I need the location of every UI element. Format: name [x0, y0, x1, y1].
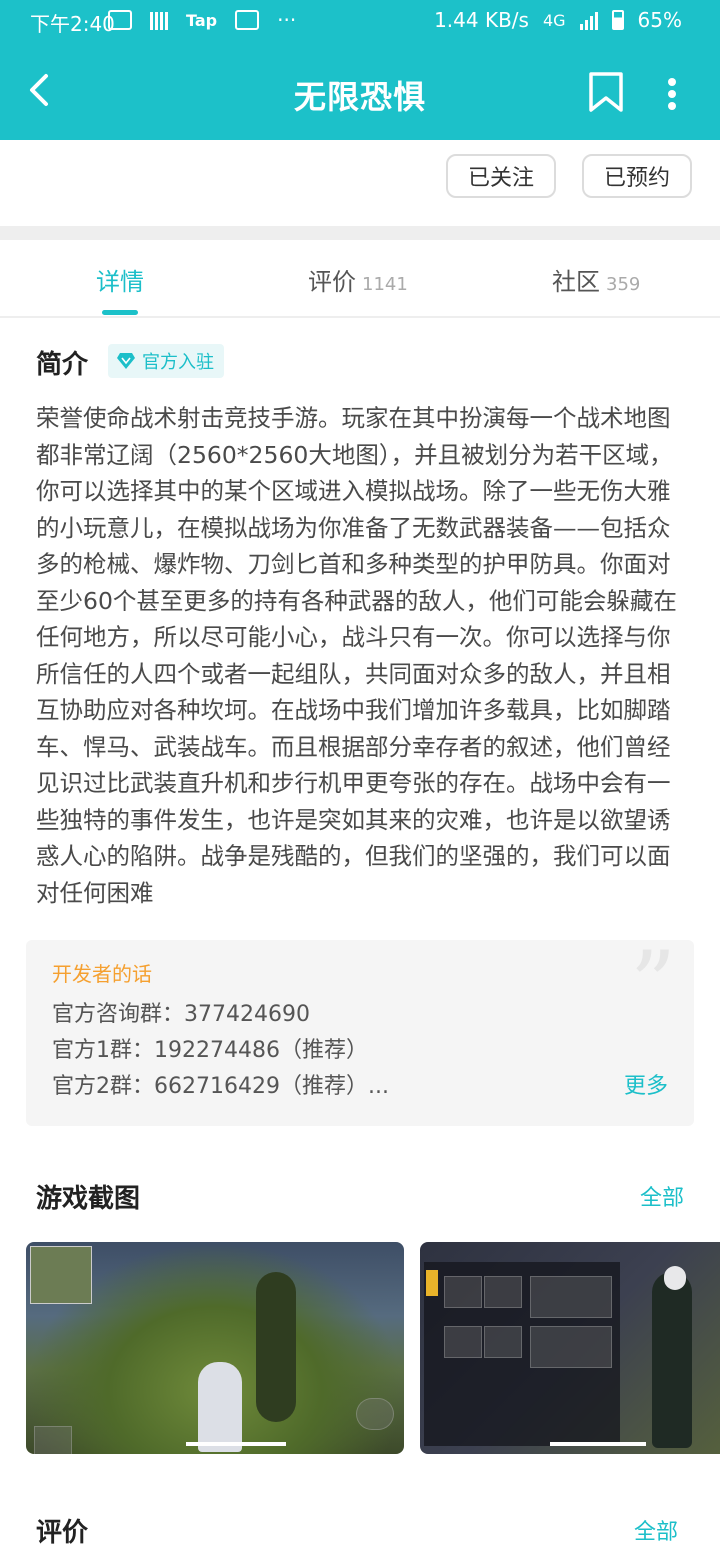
screenshots-all-link[interactable]: 全部 — [640, 1180, 684, 1212]
panel-tab — [426, 1270, 438, 1296]
screenshot-thumbnail[interactable] — [420, 1242, 720, 1454]
battery-icon — [611, 10, 624, 30]
reserve-button[interactable]: 已预约 — [581, 154, 692, 198]
reviews-all-link[interactable]: 全部 — [634, 1514, 678, 1546]
more-vertical-icon[interactable] — [662, 74, 682, 114]
net-speed: 1.44 KB/s — [434, 8, 529, 32]
inventory-slot — [34, 1426, 72, 1454]
tab-label: 社区 — [552, 268, 600, 296]
inventory-slot — [444, 1326, 482, 1358]
tab-reviews[interactable]: 评价 1141 — [308, 262, 408, 297]
tab-indicator — [102, 310, 138, 315]
screenshots-title: 游戏截图 — [36, 1184, 141, 1214]
progress-bar — [186, 1442, 286, 1446]
tab-bar: 详情 评价 1141 社区 359 — [0, 240, 720, 318]
developer-note-card[interactable]: ” 开发者的话 官方咨询群：377424690 官方1群：192274486（推… — [26, 940, 694, 1126]
screenshot-thumbnail[interactable] — [26, 1242, 404, 1454]
diamond-icon — [117, 353, 135, 369]
character-figure — [652, 1272, 692, 1448]
reviews-title: 评价 — [36, 1518, 89, 1548]
app-icon — [150, 10, 168, 30]
notification-icons: Tap ··· — [108, 8, 296, 32]
character-figure — [198, 1362, 242, 1452]
tab-label: 详情 — [96, 268, 144, 296]
nav-bar: 无限恐惧 — [0, 44, 720, 140]
intro-text: 荣誉使命战术射击竞技手游。玩家在其中扮演每一个战术地图都非常辽阔（2560*25… — [36, 404, 677, 907]
app-header: 下午2:40 Tap ··· 1.44 KB/s 4G 65% 无限恐惧 — [0, 0, 720, 140]
action-button-shape — [356, 1398, 394, 1430]
developer-note-line: 官方2群：662716429（推荐）... — [52, 1074, 389, 1099]
developer-note-line: 官方1群：192274486（推荐） — [52, 1038, 368, 1063]
status-right: 1.44 KB/s 4G 65% — [434, 8, 682, 32]
weapon-slot — [530, 1276, 612, 1318]
tab-details[interactable]: 详情 — [96, 262, 144, 297]
developer-note-line: 官方咨询群：377424690 — [52, 1002, 310, 1027]
network-type: 4G — [542, 10, 566, 30]
tab-label: 评价 — [308, 268, 356, 296]
character-head — [664, 1266, 686, 1290]
section-divider — [0, 226, 720, 240]
bookmark-icon[interactable] — [586, 70, 626, 114]
intro-title: 简介 — [36, 350, 89, 380]
minimap — [30, 1246, 92, 1304]
progress-bar — [550, 1442, 646, 1446]
inventory-slot — [484, 1326, 522, 1358]
follow-button[interactable]: 已关注 — [445, 154, 556, 198]
tab-count: 1141 — [362, 274, 408, 295]
quote-icon: ” — [629, 932, 676, 1037]
status-bar: 下午2:40 Tap ··· 1.44 KB/s 4G 65% — [0, 0, 720, 44]
overflow-dots-icon: ··· — [277, 8, 297, 32]
badge-label: 官方入驻 — [142, 352, 214, 373]
mail-icon — [108, 10, 132, 30]
action-buttons: 已关注 已预约 — [445, 154, 692, 198]
tree-shape — [256, 1272, 296, 1422]
inventory-slot — [444, 1276, 482, 1308]
signal-icon — [579, 10, 598, 30]
status-time: 下午2:40 — [30, 12, 115, 36]
developer-note-more-link[interactable]: 更多 — [624, 1068, 668, 1100]
inventory-slot — [484, 1276, 522, 1308]
tap-icon: Tap — [186, 10, 218, 30]
weapon-slot — [530, 1326, 612, 1368]
battery-level: 65% — [637, 8, 682, 32]
image-icon — [235, 10, 260, 30]
tab-count: 359 — [606, 274, 641, 295]
official-badge: 官方入驻 — [108, 344, 224, 378]
tab-community[interactable]: 社区 359 — [552, 262, 640, 297]
developer-note-label: 开发者的话 — [52, 962, 152, 986]
